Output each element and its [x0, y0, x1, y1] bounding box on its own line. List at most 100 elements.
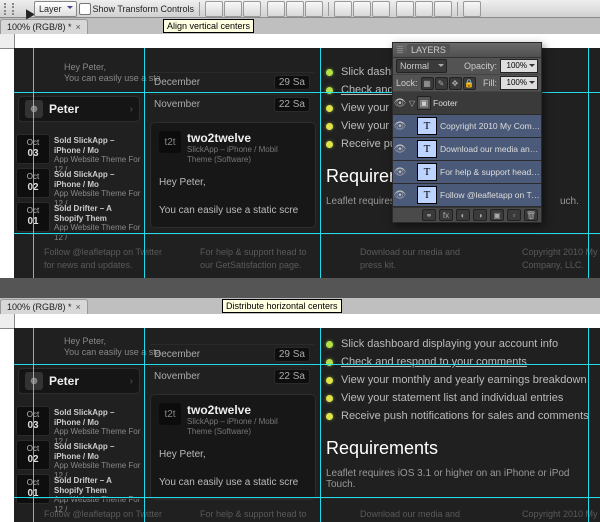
guide-vertical[interactable] [33, 48, 34, 278]
show-transform-label: Show Transform Controls [93, 4, 195, 14]
visibility-icon[interactable]: 👁 [393, 121, 407, 132]
adjustment-icon[interactable]: ◑ [473, 209, 487, 221]
layer-name[interactable]: Follow @leafletapp on Twitter f.. [440, 190, 541, 200]
opacity-label: Opacity: [464, 61, 497, 71]
lock-transparent-icon[interactable]: ▦ [421, 77, 434, 90]
distribute-button[interactable] [434, 1, 452, 17]
layer-row[interactable]: 👁 TCopyright 2010 My Company,.. [393, 115, 541, 138]
link-layers-icon[interactable]: ⚭ [422, 209, 436, 221]
fx-icon[interactable]: fx [439, 209, 453, 221]
layer-group-row[interactable]: 👁 ▽ ▣ Footer [393, 92, 541, 115]
card-subtitle: SlickApp – iPhone / MobilTheme (Software… [187, 145, 278, 164]
layer-name[interactable]: Footer [433, 98, 541, 108]
fill-label: Fill: [483, 78, 497, 88]
opacity-input[interactable]: 100% [500, 59, 538, 73]
ruler-horizontal[interactable] [14, 314, 600, 329]
separator [328, 2, 329, 16]
layer-row[interactable]: 👁TDownload our media and press.. [393, 138, 541, 161]
align-button[interactable] [205, 1, 223, 17]
auto-align-button[interactable] [463, 1, 481, 17]
distribute-button[interactable] [334, 1, 352, 17]
document-tab[interactable]: 100% (RGB/8) *× [0, 19, 88, 34]
new-group-icon[interactable]: ▣ [490, 209, 504, 221]
guide-vertical[interactable] [144, 48, 145, 278]
align-button[interactable] [267, 1, 285, 17]
visibility-icon[interactable]: 👁 [393, 144, 407, 155]
lock-image-icon[interactable]: ✎ [435, 77, 448, 90]
panel-titlebar[interactable]: LAYERS [393, 43, 541, 58]
layer-name[interactable]: Download our media and press.. [440, 144, 541, 154]
avatar-icon: ☻ [25, 372, 43, 390]
guide-vertical[interactable] [320, 48, 321, 278]
card-subtitle: SlickApp – iPhone / MobilTheme (Software… [187, 417, 278, 436]
list-item: Sold SlickApp – iPhone / MoApp Website T… [54, 442, 142, 480]
app-icon: t2t [159, 403, 181, 425]
mask-icon[interactable]: ◐ [456, 209, 470, 221]
visibility-icon[interactable]: 👁 [393, 167, 407, 178]
align-button[interactable] [286, 1, 304, 17]
panel-tab-layers[interactable]: LAYERS [407, 44, 450, 56]
guide-horizontal[interactable] [14, 233, 600, 234]
layers-panel[interactable]: LAYERS Normal Opacity: 100% Lock: ▦ ✎ ✥ … [392, 42, 542, 223]
new-layer-icon[interactable]: ▫ [507, 209, 521, 221]
fill-input[interactable]: 100% [500, 76, 538, 90]
panel-footer: ⚭ fx ◐ ◑ ▣ ▫ 🗑 [393, 207, 541, 222]
artboard[interactable]: Hey Peter, You can easily use a sta ☻ Pe… [14, 328, 600, 522]
lock-all-icon[interactable]: 🔒 [463, 77, 476, 90]
guide-horizontal[interactable] [14, 364, 600, 365]
blend-mode-row: Normal Opacity: 100% [393, 58, 541, 75]
guide-vertical[interactable] [588, 48, 589, 278]
document-tab[interactable]: 100% (RGB/8) *× [0, 299, 88, 314]
delete-icon[interactable]: 🗑 [524, 209, 538, 221]
user-card: ☻ Peter › [18, 368, 140, 394]
dot-icon [326, 377, 333, 384]
show-transform-checkbox[interactable] [79, 3, 91, 15]
feature-bullet: Receive pus [326, 138, 402, 150]
list-item: Sold SlickApp – iPhone / MoApp Website T… [54, 136, 142, 174]
align-button[interactable] [224, 1, 242, 17]
chevron-right-icon: › [130, 104, 133, 115]
layer-row[interactable]: 👁TFollow @leafletapp on Twitter f.. [393, 184, 541, 207]
ruler-vertical[interactable] [0, 314, 15, 522]
disclosure-triangle-icon[interactable]: ▽ [407, 99, 417, 108]
align-button[interactable] [305, 1, 323, 17]
layer-name[interactable]: Copyright 2010 My Company,.. [440, 121, 541, 131]
chevron-right-icon: › [130, 376, 133, 387]
distribute-button[interactable] [396, 1, 414, 17]
distribute-button[interactable] [353, 1, 371, 17]
guide-vertical[interactable] [33, 328, 34, 522]
lock-label: Lock: [396, 78, 418, 88]
distribute-button[interactable] [372, 1, 390, 17]
text: Hey Peter, [64, 62, 106, 74]
separator [199, 2, 200, 16]
lock-position-icon[interactable]: ✥ [449, 77, 462, 90]
paragraph: Leaflet requires iOS 3.1 or higher on an… [326, 468, 600, 490]
align-button[interactable] [243, 1, 261, 17]
visibility-icon[interactable]: 👁 [393, 98, 407, 109]
dot-icon [326, 395, 333, 402]
footer-text: Copyright 2010 MyCompany, LLC. [522, 246, 598, 271]
blend-mode-dropdown[interactable]: Normal [396, 59, 447, 73]
close-icon[interactable]: × [76, 302, 81, 312]
ruler-vertical[interactable] [0, 34, 15, 278]
layer-name[interactable]: For help & support head to our .. [440, 167, 541, 177]
guide-vertical[interactable] [320, 328, 321, 522]
document-tab-bar: 100% (RGB/8) *× [0, 18, 600, 35]
distribute-horizontal-centers-button[interactable] [415, 1, 433, 17]
close-icon[interactable]: × [76, 22, 81, 32]
footer-text: Download our media andpress kit. [360, 246, 460, 271]
grip-icon [397, 46, 403, 54]
app-icon: t2t [159, 131, 181, 153]
auto-select-dropdown[interactable]: Layer [34, 1, 77, 17]
card-title: two2twelve [187, 131, 278, 145]
calendar-row: December29 Sa [150, 72, 314, 92]
feature-bullet: View your statement list and individual … [326, 392, 563, 404]
guide-vertical[interactable] [588, 328, 589, 522]
guide-vertical[interactable] [144, 328, 145, 522]
text-layer-icon: T [417, 117, 437, 135]
user-name: Peter [49, 374, 79, 388]
layer-row[interactable]: 👁TFor help & support head to our .. [393, 161, 541, 184]
guide-horizontal[interactable] [14, 497, 600, 498]
visibility-icon[interactable]: 👁 [393, 190, 407, 201]
feature-bullet: View your monthly and yearly earnings br… [326, 374, 587, 386]
